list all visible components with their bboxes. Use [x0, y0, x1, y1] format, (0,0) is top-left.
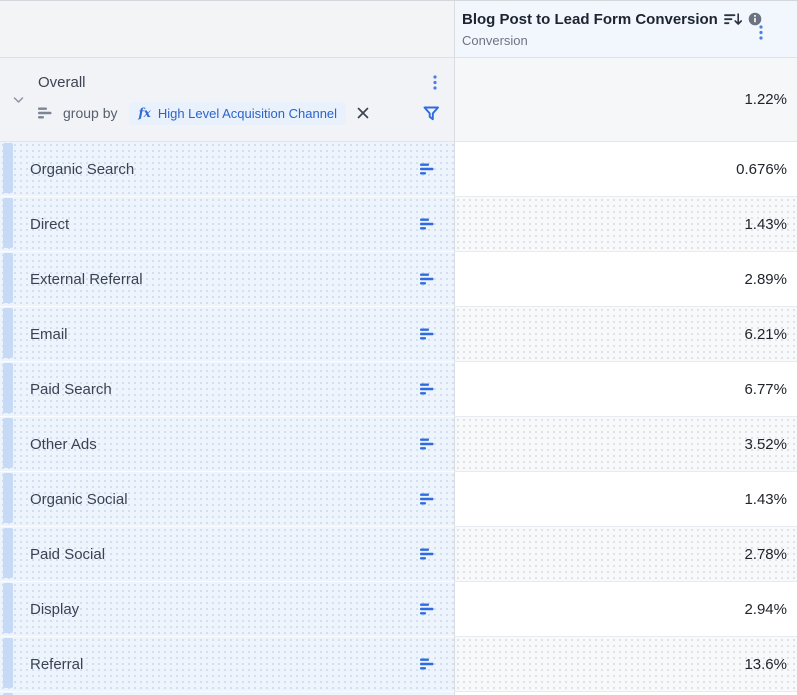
row-group-by-icon[interactable]	[420, 218, 435, 230]
row-color-strip	[3, 143, 13, 193]
filter-funnel-icon[interactable]	[423, 106, 440, 121]
row-label: Organic Social	[30, 491, 128, 508]
row-color-strip	[3, 418, 13, 468]
row-group-by-icon[interactable]	[420, 438, 435, 450]
table-row[interactable]: Email 6.21%	[0, 307, 797, 362]
row-value: 3.52%	[744, 436, 787, 453]
table-row[interactable]: External Referral 2.89%	[0, 252, 797, 307]
row-value-cell: 2.94%	[455, 582, 797, 637]
row-label: Referral	[30, 656, 83, 673]
overall-cell: Overall	[0, 58, 455, 142]
row-value: 6.21%	[744, 326, 787, 343]
row-label: Email	[30, 326, 68, 343]
row-group-by-icon[interactable]	[420, 658, 435, 670]
row-label-cell[interactable]: Referral	[0, 637, 455, 692]
row-label-cell[interactable]: Paid Search	[0, 362, 455, 417]
table-row[interactable]: Other Ads 3.52%	[0, 417, 797, 472]
row-value-cell: 6.77%	[455, 362, 797, 417]
header-corner-cell	[0, 1, 455, 58]
sort-descending-icon[interactable]	[724, 13, 742, 26]
row-value-cell: 0.676%	[455, 142, 797, 197]
table-row[interactable]: Referral 13.6%	[0, 637, 797, 692]
row-label-cell[interactable]: Email	[0, 307, 455, 362]
row-color-strip	[3, 638, 13, 688]
overall-label: Overall	[38, 74, 86, 91]
row-label-cell[interactable]: Other Ads	[0, 417, 455, 472]
row-value-cell: 3.52%	[455, 417, 797, 472]
row-label: Direct	[30, 216, 69, 233]
group-by-property-name: High Level Acquisition Channel	[158, 106, 337, 121]
metric-column-subtitle: Conversion	[462, 33, 787, 48]
collapse-chevron-down-icon[interactable]	[13, 96, 24, 103]
formula-fx-icon: fx	[138, 107, 150, 119]
row-label: Paid Social	[30, 546, 105, 563]
row-value: 13.6%	[744, 656, 787, 673]
row-color-strip	[3, 198, 13, 248]
row-label-cell[interactable]: External Referral	[0, 252, 455, 307]
table-row[interactable]: Display 2.94%	[0, 582, 797, 637]
row-group-by-icon[interactable]	[420, 548, 435, 560]
overall-kebab-menu-icon[interactable]	[433, 75, 437, 90]
row-label-cell[interactable]: Organic Search	[0, 142, 455, 197]
row-label: Other Ads	[30, 436, 97, 453]
row-value: 2.78%	[744, 546, 787, 563]
info-icon[interactable]	[748, 12, 762, 26]
row-color-strip	[3, 308, 13, 358]
row-label-cell[interactable]: Paid Social	[0, 527, 455, 582]
row-value: 6.77%	[744, 381, 787, 398]
data-rows-container: Organic Search 0.676% Direct	[0, 142, 797, 692]
column-kebab-menu-icon[interactable]	[759, 25, 763, 40]
table-row[interactable]: Paid Social 2.78%	[0, 527, 797, 582]
row-label-cell[interactable]: Display	[0, 582, 455, 637]
overall-value: 1.22%	[744, 91, 787, 108]
table-header-row: Blog Post to Lead Form Conversion Conver…	[0, 1, 797, 58]
table-row[interactable]: Paid Search 6.77%	[0, 362, 797, 417]
row-label: Paid Search	[30, 381, 112, 398]
row-label-cell[interactable]: Direct	[0, 197, 455, 252]
row-value-cell: 1.43%	[455, 472, 797, 527]
row-group-by-icon[interactable]	[420, 273, 435, 285]
row-value-cell: 2.78%	[455, 527, 797, 582]
table-row[interactable]: Organic Social 1.43%	[0, 472, 797, 527]
row-value: 1.43%	[744, 216, 787, 233]
row-label: Display	[30, 601, 79, 618]
row-value: 1.43%	[744, 491, 787, 508]
row-value-cell: 2.89%	[455, 252, 797, 307]
metric-column-title: Blog Post to Lead Form Conversion	[462, 11, 718, 28]
row-color-strip	[3, 363, 13, 413]
row-color-strip	[3, 583, 13, 633]
row-group-by-icon[interactable]	[420, 493, 435, 505]
row-value-cell: 1.43%	[455, 197, 797, 252]
row-color-strip	[3, 253, 13, 303]
overall-row: Overall	[0, 58, 797, 142]
row-color-strip	[3, 528, 13, 578]
remove-group-by-close-icon[interactable]	[357, 107, 369, 119]
row-value: 0.676%	[736, 161, 787, 178]
row-group-by-icon[interactable]	[420, 383, 435, 395]
group-by-label: group by	[63, 105, 117, 121]
row-value-cell: 6.21%	[455, 307, 797, 362]
group-by-property-chip[interactable]: fx High Level Acquisition Channel	[129, 102, 346, 125]
row-group-by-icon[interactable]	[420, 603, 435, 615]
table-row[interactable]: Direct 1.43%	[0, 197, 797, 252]
group-by-icon	[38, 107, 53, 119]
row-value-cell: 13.6%	[455, 637, 797, 692]
row-label-cell[interactable]: Organic Social	[0, 472, 455, 527]
metric-column-header: Blog Post to Lead Form Conversion Conver…	[455, 1, 797, 58]
row-color-strip	[3, 473, 13, 523]
row-group-by-icon[interactable]	[420, 163, 435, 175]
table-row[interactable]: Organic Search 0.676%	[0, 142, 797, 197]
row-label: External Referral	[30, 271, 143, 288]
row-group-by-icon[interactable]	[420, 328, 435, 340]
row-value: 2.94%	[744, 601, 787, 618]
row-label: Organic Search	[30, 161, 134, 178]
row-value: 2.89%	[744, 271, 787, 288]
conversion-table: Blog Post to Lead Form Conversion Conver…	[0, 0, 797, 695]
overall-value-cell: 1.22%	[455, 58, 797, 142]
